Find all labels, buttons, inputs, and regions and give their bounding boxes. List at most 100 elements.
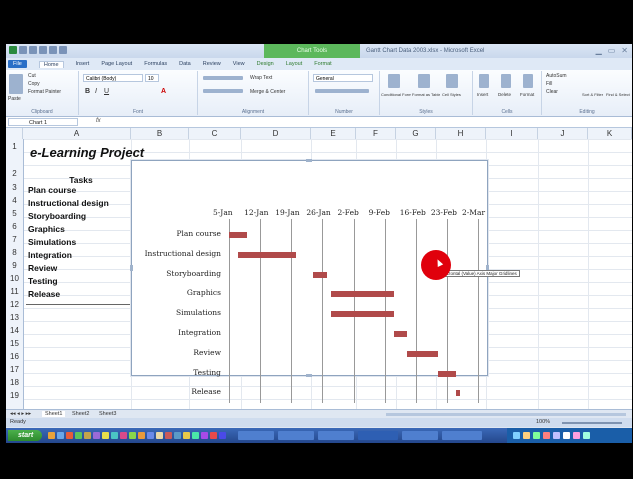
gantt-bar[interactable]: [313, 271, 327, 278]
save-icon[interactable]: [19, 46, 27, 54]
insert-button[interactable]: Insert: [477, 92, 488, 97]
tray-icon[interactable]: [583, 432, 590, 439]
task-cell[interactable]: Storyboarding: [28, 211, 86, 221]
align-left-icon[interactable]: [203, 89, 243, 93]
number-format-select[interactable]: General: [313, 74, 373, 82]
x-gridline[interactable]: [415, 219, 417, 404]
quicklaunch-icon[interactable]: [75, 432, 82, 439]
number-format-icons[interactable]: [315, 89, 369, 93]
quick-access-toolbar[interactable]: [9, 46, 67, 56]
chart-resize-handle[interactable]: [306, 374, 312, 377]
taskbar-window-button[interactable]: [278, 431, 314, 440]
row-header[interactable]: 5: [6, 209, 23, 218]
gantt-bar[interactable]: [237, 251, 296, 258]
gantt-bar[interactable]: [331, 291, 394, 298]
cell-styles-button[interactable]: Cell Styles: [442, 92, 470, 97]
format-cells-icon[interactable]: [523, 74, 533, 88]
gantt-bar[interactable]: [455, 390, 461, 397]
conditional-formatting-icon[interactable]: [388, 74, 400, 88]
x-gridline[interactable]: [260, 219, 262, 404]
x-gridline[interactable]: [478, 219, 479, 404]
quicklaunch-icon[interactable]: [210, 432, 217, 439]
row-header[interactable]: 10: [6, 274, 23, 283]
name-box[interactable]: Chart 1: [8, 118, 78, 126]
clear-button[interactable]: Clear: [546, 89, 558, 95]
delete-button[interactable]: Delete: [498, 92, 511, 97]
minimize-icon[interactable]: ▁: [596, 46, 602, 55]
row-header[interactable]: 8: [6, 248, 23, 257]
paste-button[interactable]: Paste: [8, 96, 21, 102]
quicklaunch-icon[interactable]: [201, 432, 208, 439]
close-icon[interactable]: ✕: [621, 46, 628, 55]
row-header[interactable]: 9: [6, 261, 23, 270]
task-cell[interactable]: Simulations: [28, 237, 76, 247]
tab-page-layout[interactable]: Page Layout: [101, 61, 132, 67]
undo-icon[interactable]: [29, 46, 37, 54]
task-cell[interactable]: Integration: [28, 250, 72, 260]
zoom-level[interactable]: 100%: [536, 419, 550, 425]
quicklaunch-icon[interactable]: [138, 432, 145, 439]
format-button[interactable]: Format: [520, 92, 534, 97]
quicklaunch-icon[interactable]: [165, 432, 172, 439]
quicklaunch-icon[interactable]: [48, 432, 55, 439]
row-header[interactable]: 2: [6, 169, 23, 178]
start-button[interactable]: start: [8, 430, 42, 441]
zoom-slider[interactable]: [562, 422, 622, 424]
chart-resize-handle[interactable]: [130, 265, 133, 271]
font-size-select[interactable]: 10: [145, 74, 159, 82]
column-header-b[interactable]: B: [131, 128, 189, 139]
fx-icon[interactable]: fx: [96, 118, 101, 124]
quicklaunch-icon[interactable]: [57, 432, 64, 439]
select-all-corner[interactable]: [6, 128, 23, 139]
column-header-j[interactable]: J: [538, 128, 588, 139]
tab-design[interactable]: Design: [257, 61, 274, 67]
autosum-button[interactable]: AutoSum: [546, 73, 567, 79]
row-header[interactable]: 17: [6, 365, 23, 374]
row-header[interactable]: 15: [6, 339, 23, 348]
row-header[interactable]: 14: [6, 326, 23, 335]
conditional-formatting-button[interactable]: Conditional Formatting: [381, 92, 411, 97]
x-gridline[interactable]: [291, 219, 293, 404]
tab-file[interactable]: File: [8, 60, 27, 68]
column-header-g[interactable]: G: [396, 128, 436, 139]
sheet-nav-arrows-icon[interactable]: ◂◂ ◂ ▸ ▸▸: [10, 411, 31, 417]
taskbar-window-button[interactable]: [318, 431, 354, 440]
quicklaunch-icon[interactable]: [102, 432, 109, 439]
format-as-table-icon[interactable]: [418, 74, 430, 88]
row-header[interactable]: 3: [6, 183, 23, 192]
quicklaunch-icon[interactable]: [84, 432, 91, 439]
font-color-icon[interactable]: A: [161, 88, 166, 95]
format-painter-button[interactable]: Format Painter: [28, 89, 61, 95]
quicklaunch-icon[interactable]: [120, 432, 127, 439]
tray-icon[interactable]: [523, 432, 530, 439]
tray-icon[interactable]: [553, 432, 560, 439]
quicklaunch-icon[interactable]: [156, 432, 163, 439]
insert-cells-icon[interactable]: [479, 74, 489, 88]
fill-button[interactable]: Fill: [546, 81, 552, 87]
row-header[interactable]: 16: [6, 352, 23, 361]
column-header-k[interactable]: K: [588, 128, 632, 139]
tray-icon[interactable]: [533, 432, 540, 439]
tray-icon[interactable]: [513, 432, 520, 439]
row-header[interactable]: 11: [6, 287, 23, 296]
quicklaunch-icon[interactable]: [129, 432, 136, 439]
chart-resize-handle[interactable]: [306, 159, 312, 162]
find-select-button[interactable]: Find & Select: [606, 92, 630, 97]
x-gridline[interactable]: [229, 219, 230, 404]
sheet-tab-1[interactable]: Sheet1: [42, 411, 66, 417]
row-header[interactable]: 4: [6, 196, 23, 205]
row-header[interactable]: 12: [6, 300, 23, 309]
tray-icon[interactable]: [563, 432, 570, 439]
italic-icon[interactable]: I: [95, 88, 97, 95]
quicklaunch-icon[interactable]: [174, 432, 181, 439]
align-top-icon[interactable]: [203, 76, 243, 80]
tray-icon[interactable]: [543, 432, 550, 439]
row-header[interactable]: 1: [6, 142, 23, 151]
tab-insert[interactable]: Insert: [76, 61, 90, 67]
task-cell[interactable]: Instructional design: [28, 198, 109, 208]
taskbar-window-button[interactable]: [402, 431, 438, 440]
row-header[interactable]: 13: [6, 313, 23, 322]
delete-cells-icon[interactable]: [501, 74, 511, 88]
merge-center-button[interactable]: Merge & Center: [250, 89, 285, 95]
tab-format[interactable]: Format: [314, 61, 331, 67]
